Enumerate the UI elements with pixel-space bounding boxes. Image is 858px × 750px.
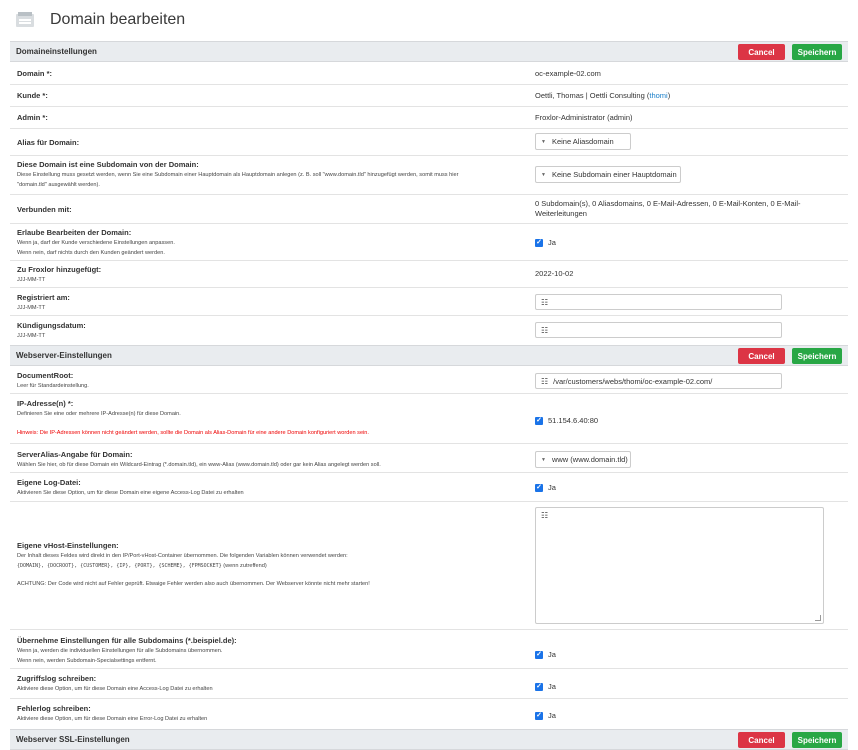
row-allow-edit: Erlaube Bearbeiten der Domain: Wenn ja, … — [10, 224, 848, 261]
section-header-webserver: Webserver-Einstellungen Cancel Speichern — [10, 345, 848, 366]
check-icon: ✓ — [535, 238, 543, 247]
check-icon: ✓ — [535, 483, 543, 492]
row-own-log: Eigene Log-Datei: Aktivieren Sie diese O… — [10, 473, 848, 502]
label-access-log: Zugriffslog schreiben: — [17, 674, 97, 683]
section-title: Webserver SSL-Einstellungen — [16, 735, 130, 744]
page-title: Domain bearbeiten — [50, 11, 186, 28]
row-docroot: DocumentRoot: Leer für Standardeinstellu… — [10, 366, 848, 394]
row-alias: Alias für Domain: ▼ Keine Aliasdomain — [10, 129, 848, 156]
check-icon: ✓ — [535, 650, 543, 659]
label-admin: Admin *: — [17, 113, 48, 122]
alias-select[interactable]: ▼ Keine Aliasdomain — [535, 133, 631, 150]
section-header-ssl: Webserver SSL-Einstellungen Cancel Speic… — [10, 729, 848, 750]
save-button[interactable]: Speichern — [792, 348, 842, 364]
label-subdomain-of: Diese Domain ist eine Subdomain von der … — [17, 160, 199, 169]
check-icon: ✓ — [535, 682, 543, 691]
save-button[interactable]: Speichern — [792, 732, 842, 748]
value-admin: Froxlor-Administrator (admin) — [535, 113, 633, 122]
row-customer: Kunde *: Oettli, Thomas | Oettli Consult… — [10, 85, 848, 107]
subdomain-of-select[interactable]: ▼ Keine Subdomain einer Hauptdomain — [535, 166, 681, 183]
docroot-input[interactable]: ☷/var/customers/webs/thomi/oc-example-02… — [535, 373, 782, 389]
label-domain: Domain *: — [17, 69, 53, 78]
caret-down-icon: ▼ — [541, 456, 546, 463]
access-log-checkbox[interactable]: ✓ Ja — [535, 682, 556, 691]
calendar-icon: ☷ — [541, 511, 549, 520]
label-added: Zu Froxlor hinzugefügt: — [17, 265, 102, 274]
label-serveralias: ServerAlias-Angabe für Domain: — [17, 450, 133, 459]
row-registered: Registriert am: JJJ-MM-TT ☷ — [10, 288, 848, 316]
row-connected: Verbunden mit: 0 Subdomain(s), 0 Aliasdo… — [10, 195, 848, 224]
row-subdomain-of: Diese Domain ist eine Subdomain von der … — [10, 156, 848, 195]
allow-edit-checkbox[interactable]: ✓ Ja — [535, 238, 556, 247]
row-apply-subdomains: Übernehme Einstellungen für alle Subdoma… — [10, 630, 848, 669]
label-alias: Alias für Domain: — [17, 138, 80, 147]
save-button[interactable]: Speichern — [792, 44, 842, 60]
own-log-checkbox[interactable]: ✓ Ja — [535, 483, 556, 492]
row-ip: IP-Adresse(n) *: Definieren Sie eine ode… — [10, 394, 848, 444]
label-ip: IP-Adresse(n) *: — [17, 399, 74, 408]
value-customer: Oettli, Thomas | Oettli Consulting (thom… — [535, 91, 671, 100]
label-customer: Kunde *: — [17, 91, 48, 100]
ip-checkbox[interactable]: ✓ 51.154.6.40:80 — [535, 416, 598, 425]
resize-handle[interactable] — [815, 615, 821, 621]
label-termination: Kündigungsdatum: — [17, 321, 86, 330]
calendar-icon: ☷ — [541, 376, 549, 386]
row-serveralias: ServerAlias-Angabe für Domain: Wählen Si… — [10, 444, 848, 473]
label-docroot: DocumentRoot: — [17, 371, 74, 380]
section-header-domain: Domaineinstellungen Cancel Speichern — [10, 41, 848, 62]
apply-subdomains-checkbox[interactable]: ✓ Ja — [535, 650, 556, 659]
row-vhost: Eigene vHost-Einstellungen: Der Inhalt d… — [10, 502, 848, 630]
section-title: Webserver-Einstellungen — [16, 351, 112, 360]
check-icon: ✓ — [535, 711, 543, 720]
ip-warning: Hinweis: Die IP-Adressen können nicht ge… — [17, 430, 369, 436]
row-admin: Admin *: Froxlor-Administrator (admin) — [10, 107, 848, 129]
label-apply-subdomains: Übernehme Einstellungen für alle Subdoma… — [17, 636, 237, 645]
label-registered: Registriert am: — [17, 293, 70, 302]
row-termination: Kündigungsdatum: JJJ-MM-TT ☷ — [10, 316, 848, 345]
cancel-button[interactable]: Cancel — [738, 732, 785, 748]
cancel-button[interactable]: Cancel — [738, 348, 785, 364]
label-error-log: Fehlerlog schreiben: — [17, 704, 91, 713]
webserver-settings-section: Webserver-Einstellungen Cancel Speichern — [10, 345, 848, 366]
ssl-settings-section: Webserver SSL-Einstellungen Cancel Speic… — [10, 729, 848, 750]
value-domain: oc-example-02.com — [535, 69, 601, 78]
value-added: 2022-10-02 — [535, 269, 574, 278]
row-added: Zu Froxlor hinzugefügt: JJJ-MM-TT 2022-1… — [10, 261, 848, 288]
termination-date-input[interactable]: ☷ — [535, 322, 782, 338]
caret-down-icon: ▼ — [541, 171, 546, 178]
error-log-checkbox[interactable]: ✓ Ja — [535, 711, 556, 720]
caret-down-icon: ▼ — [541, 138, 546, 145]
label-own-log: Eigene Log-Datei: — [17, 478, 81, 487]
calendar-icon: ☷ — [541, 297, 549, 307]
vhost-textarea[interactable]: ☷ — [535, 507, 824, 624]
row-access-log: Zugriffslog schreiben: Aktiviere diese O… — [10, 669, 848, 699]
cancel-button[interactable]: Cancel — [738, 44, 785, 60]
section-title: Domaineinstellungen — [16, 47, 97, 56]
calendar-icon: ☷ — [541, 325, 549, 335]
customer-link[interactable]: thomi — [649, 91, 667, 100]
page-header: Domain bearbeiten — [16, 8, 185, 32]
domain-settings-section: Domaineinstellungen Cancel Speichern — [10, 41, 848, 62]
row-domain: Domain *: oc-example-02.com — [10, 62, 848, 85]
domain-icon — [16, 12, 36, 28]
label-connected: Verbunden mit: — [17, 205, 72, 214]
serveralias-select[interactable]: ▼ www (www.domain.tld) — [535, 451, 631, 468]
check-icon: ✓ — [535, 416, 543, 425]
label-allow-edit: Erlaube Bearbeiten der Domain: — [17, 228, 132, 237]
row-error-log: Fehlerlog schreiben: Aktiviere diese Opt… — [17, 704, 556, 722]
value-connected: 0 Subdomain(s), 0 Aliasdomains, 0 E-Mail… — [535, 199, 801, 218]
registered-date-input[interactable]: ☷ — [535, 294, 782, 310]
